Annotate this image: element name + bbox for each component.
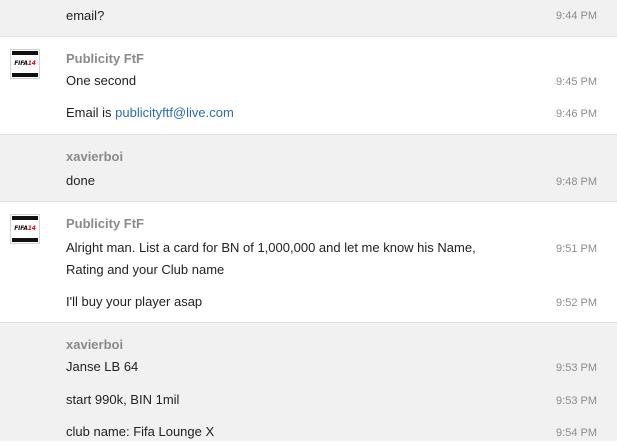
- message-text: One second: [66, 73, 137, 88]
- message-group-xavierboi: xavierboi done 9:48 PM: [0, 135, 617, 201]
- message-text: email?: [66, 8, 105, 23]
- message-text: club name: Fifa Lounge X: [66, 424, 215, 439]
- message-timestamp: 9:53 PM: [556, 395, 597, 407]
- author-name[interactable]: Publicity FtF: [66, 51, 144, 66]
- message-timestamp: 9:51 PM: [556, 243, 597, 255]
- message-text: I'll buy your player asap: [66, 294, 203, 309]
- message-timestamp: 9:46 PM: [556, 108, 597, 120]
- message-text: Email is publicityftf@live.com: [66, 105, 234, 120]
- fifa-logo-icon: FIFA14: [14, 225, 36, 232]
- author-name[interactable]: xavierboi: [66, 337, 123, 352]
- message-timestamp: 9:53 PM: [556, 362, 597, 374]
- avatar[interactable]: FIFA14: [10, 214, 40, 244]
- message-text: Alright man. List a card for BN of 1,000…: [66, 237, 536, 281]
- message-timestamp: 9:44 PM: [556, 10, 597, 22]
- author-name[interactable]: Publicity FtF: [66, 216, 144, 231]
- message-group-publicity: FIFA14 Publicity FtF One second 9:45 PM …: [0, 37, 617, 134]
- message-timestamp: 9:48 PM: [556, 176, 597, 188]
- message-text: Janse LB 64: [66, 359, 139, 374]
- message-timestamp: 9:54 PM: [556, 427, 597, 439]
- message-timestamp: 9:45 PM: [556, 76, 597, 88]
- email-link[interactable]: publicityftf@live.com: [115, 105, 234, 120]
- message-group-xavierboi: xavierboi Janse LB 64 9:53 PM start 990k…: [0, 323, 617, 441]
- avatar[interactable]: FIFA14: [10, 49, 40, 79]
- message-timestamp: 9:52 PM: [556, 297, 597, 309]
- fifa-logo-icon: FIFA14: [14, 60, 36, 67]
- author-name[interactable]: xavierboi: [66, 149, 123, 164]
- message-line: Rating and your Club name: [66, 262, 225, 277]
- message-group-xavierboi-prev: email? 9:44 PM: [0, 0, 617, 36]
- message-text: start 990k, BIN 1mil: [66, 392, 180, 407]
- message-text: done: [66, 173, 95, 188]
- message-line: Alright man. List a card for BN of 1,000…: [66, 240, 476, 255]
- message-group-publicity: FIFA14 Publicity FtF Alright man. List a…: [0, 202, 617, 322]
